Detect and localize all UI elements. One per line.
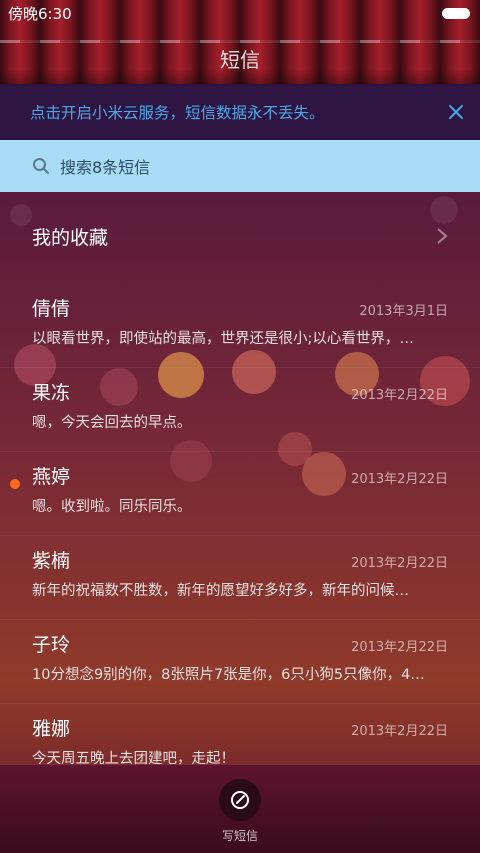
contact-name: 果冻: [32, 382, 71, 404]
favorites-item[interactable]: 我的收藏: [0, 196, 480, 276]
message-row[interactable]: 倩倩 2013年3月1日 以眼看世界，即使站的最高，世界还是很小;以心看世界，…: [0, 284, 480, 368]
chevron-right-icon: [437, 228, 448, 244]
compose-label: 写短信: [221, 829, 258, 843]
status-bar: 傍晚6:30: [0, 0, 480, 26]
message-row[interactable]: 子玲 2013年2月22日 10分想念9别的你，8张照片7张是你，6只小狗5只像…: [0, 620, 480, 704]
message-date: 2013年3月1日: [359, 304, 448, 319]
message-preview: 嗯，今天会回去的早点。: [32, 415, 192, 431]
unread-indicator: [10, 479, 20, 489]
message-row[interactable]: 果冻 2013年2月22日 嗯，今天会回去的早点。: [0, 368, 480, 452]
banner-text: 点击开启小米云服务，短信数据永不丢失。: [30, 104, 325, 122]
compose-button[interactable]: [219, 779, 261, 821]
message-preview: 以眼看世界，即使站的最高，世界还是很小;以心看世界，…: [32, 331, 414, 347]
contact-name: 倩倩: [32, 298, 71, 320]
bottom-bar: 写短信: [0, 765, 480, 853]
message-row[interactable]: 燕婷 2013年2月22日 嗯。收到啦。同乐同乐。: [0, 452, 480, 536]
message-date: 2013年2月22日: [351, 724, 448, 739]
message-row[interactable]: 紫楠 2013年2月22日 新年的祝福数不胜数，新年的愿望好多好多，新年的问候…: [0, 536, 480, 620]
contact-name: 雅娜: [32, 718, 71, 740]
message-preview: 嗯。收到啦。同乐同乐。: [32, 499, 192, 515]
close-icon[interactable]: [448, 104, 464, 120]
message-preview: 新年的祝福数不胜数，新年的愿望好多好多，新年的问候…: [32, 583, 409, 599]
status-time: 傍晚6:30: [8, 4, 72, 23]
message-date: 2013年2月22日: [351, 388, 448, 403]
contact-name: 子玲: [32, 634, 71, 656]
favorites-label: 我的收藏: [32, 226, 109, 249]
battery-icon: [442, 7, 470, 19]
message-date: 2013年2月22日: [351, 472, 448, 487]
search-icon: [33, 158, 49, 174]
contact-name: 紫楠: [32, 550, 71, 572]
message-preview: 10分想念9别的你，8张照片7张是你，6只小狗5只像你，4…: [32, 667, 425, 683]
message-date: 2013年2月22日: [351, 556, 448, 571]
cloud-service-banner[interactable]: 点击开启小米云服务，短信数据永不丢失。: [0, 84, 480, 140]
compose-icon: [231, 791, 249, 809]
message-list: 倩倩 2013年3月1日 以眼看世界，即使站的最高，世界还是很小;以心看世界，……: [0, 284, 480, 788]
page-title: 短信: [220, 48, 260, 72]
search-bar[interactable]: 搜索8条短信: [0, 140, 480, 192]
search-input[interactable]: 搜索8条短信: [60, 154, 150, 178]
message-date: 2013年2月22日: [351, 640, 448, 655]
contact-name: 燕婷: [32, 466, 71, 488]
